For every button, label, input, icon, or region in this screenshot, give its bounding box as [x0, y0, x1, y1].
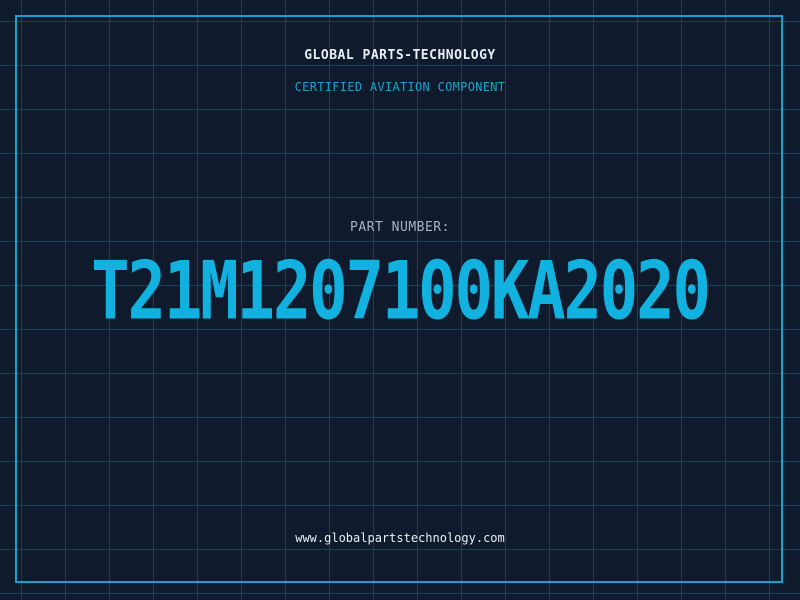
company-name: GLOBAL PARTS-TECHNOLOGY: [304, 48, 496, 63]
certificate-page: GLOBAL PARTS-TECHNOLOGY CERTIFIED AVIATI…: [0, 0, 800, 600]
part-number-label: PART NUMBER:: [350, 220, 450, 235]
website-url: www.globalpartstechnology.com: [295, 531, 505, 545]
certification-subtitle: CERTIFIED AVIATION COMPONENT: [294, 80, 506, 94]
part-number-value: T21M1207100KA2020: [91, 245, 711, 339]
